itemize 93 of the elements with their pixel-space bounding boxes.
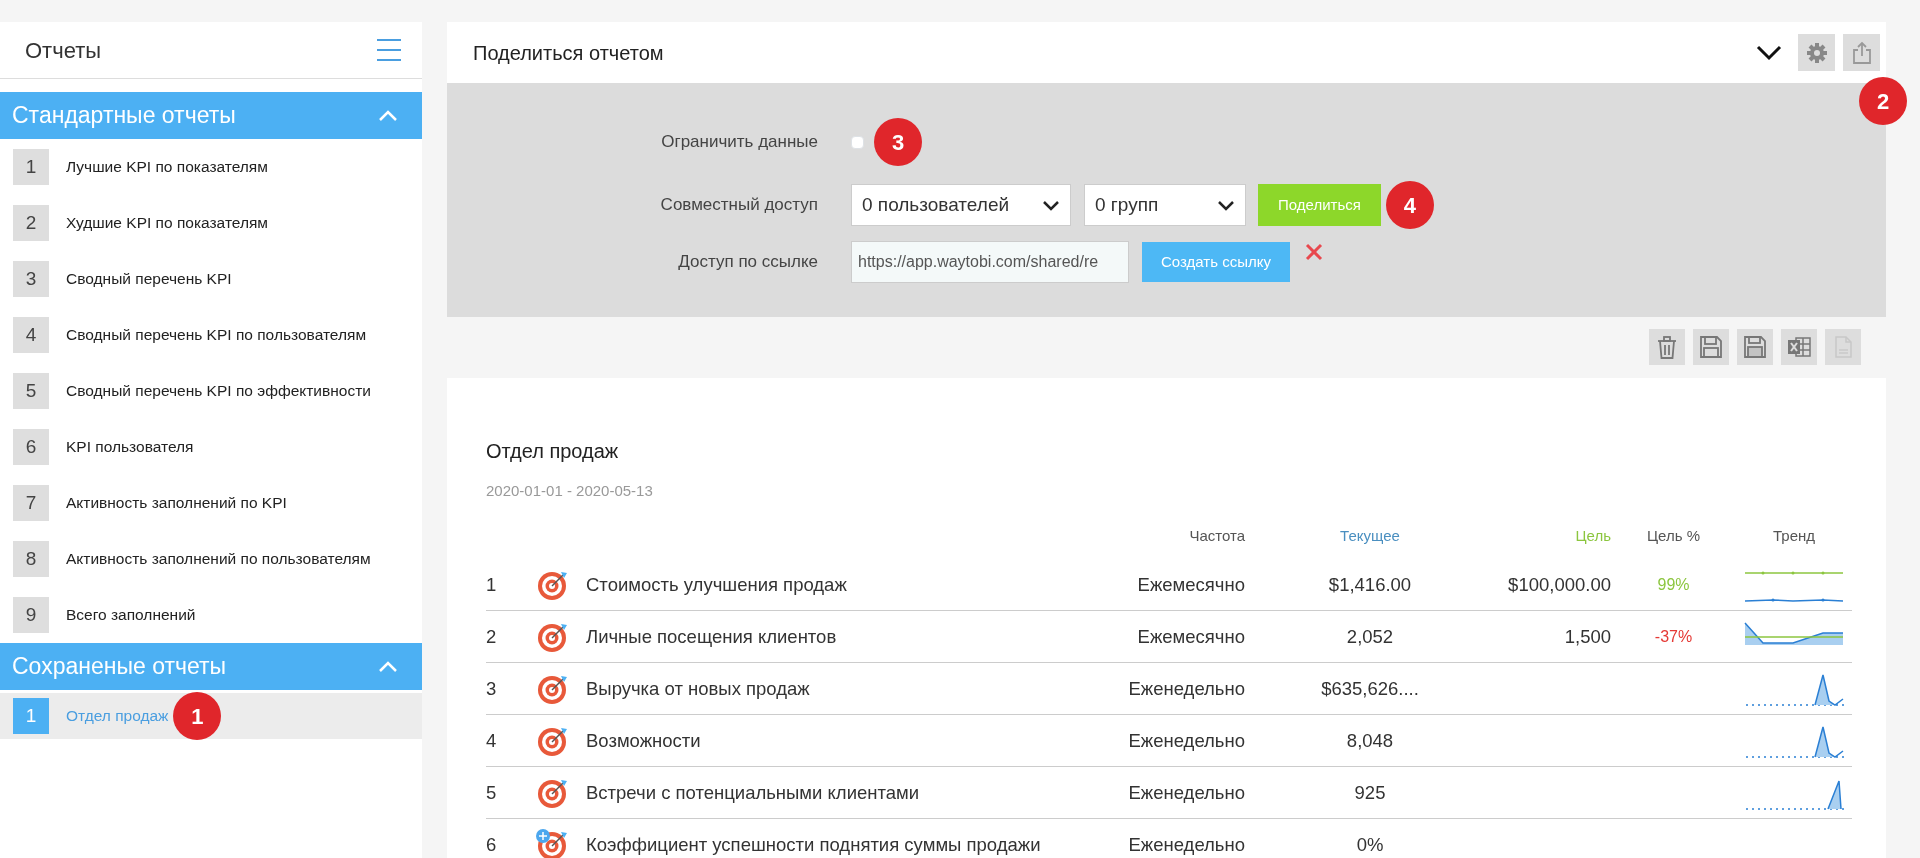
frequency-cell-text: Еженедельно bbox=[1128, 833, 1245, 858]
field-label: Совместный доступ bbox=[659, 194, 819, 217]
report-title: Отдел продаж bbox=[486, 439, 620, 464]
item-number: 2 bbox=[13, 205, 49, 241]
row-number: 5 bbox=[486, 780, 497, 805]
current-value: $635,626.... bbox=[1321, 676, 1419, 701]
current-value: 8,048 bbox=[1346, 728, 1394, 753]
report-period: 2020-01-01 - 2020-05-13 bbox=[486, 481, 654, 501]
goal-percent: -37% bbox=[1654, 626, 1693, 647]
share-icon bbox=[1850, 40, 1873, 65]
current-value: 0% bbox=[1356, 833, 1384, 858]
item-label: Лучшие KPI по показателям bbox=[66, 157, 268, 178]
item-number: 5 bbox=[13, 373, 49, 409]
step-marker: 2 bbox=[1859, 77, 1907, 125]
frequency-cell-text: Еженедельно bbox=[1128, 676, 1245, 701]
column-header: Цель bbox=[1574, 525, 1611, 546]
item-label: Активность заполнений по KPI bbox=[66, 493, 287, 514]
row-number: 6 bbox=[486, 833, 497, 858]
item-number: 1 bbox=[13, 149, 49, 185]
field-label: Доступ по ссылке bbox=[677, 251, 819, 274]
row-number: 4 bbox=[486, 728, 497, 753]
frequency-cell-text: Ежемесячно bbox=[1137, 624, 1245, 649]
item-label: Отдел продаж bbox=[66, 706, 169, 727]
delete-button[interactable] bbox=[1649, 329, 1685, 365]
item-label: Сводный перечень KPI по пользователям bbox=[66, 325, 367, 346]
menu-icon bbox=[376, 37, 402, 63]
kpi-name: Встречи с потенциальными клиентами bbox=[586, 780, 920, 805]
current-value: $1,416.00 bbox=[1328, 572, 1412, 597]
report-item[interactable]: 1 Лучшие KPI по показателям bbox=[0, 139, 422, 195]
current-value: 925 bbox=[1354, 780, 1386, 805]
panel-title: Отчеты bbox=[25, 36, 102, 65]
restrict-checkbox[interactable] bbox=[851, 135, 864, 149]
row-number: 2 bbox=[486, 624, 497, 649]
settings-button[interactable] bbox=[1798, 34, 1835, 71]
item-number: 7 bbox=[13, 485, 49, 521]
report-item[interactable]: 8 Активность заполнений по пользователям bbox=[0, 531, 422, 587]
row-number: 1 bbox=[486, 572, 497, 597]
share-button[interactable] bbox=[1843, 34, 1880, 71]
goal-percent: 99% bbox=[1657, 574, 1690, 595]
item-label: Всего заполнений bbox=[66, 605, 196, 626]
menu-button[interactable] bbox=[376, 37, 402, 63]
item-label: Сводный перечень KPI bbox=[66, 269, 232, 290]
item-label: Сводный перечень KPI по эффективности bbox=[66, 381, 371, 402]
frequency-cell-text: Ежемесячно bbox=[1137, 572, 1245, 597]
floppy-icon bbox=[1699, 335, 1723, 359]
report-item[interactable]: 2 Худшие KPI по показателям bbox=[0, 195, 422, 251]
link-field[interactable]: https://app.waytobi.com/shared/re bbox=[851, 241, 1129, 283]
floppy-icon bbox=[1743, 335, 1767, 359]
section-title: Сохраненые отчеты bbox=[12, 652, 227, 682]
item-number: 9 bbox=[13, 597, 49, 633]
item-label: Худшие KPI по показателям bbox=[66, 213, 268, 234]
dropdown[interactable]: 0 пользователей bbox=[851, 184, 1071, 226]
report-item[interactable]: 4 Сводный перечень KPI по пользователям bbox=[0, 307, 422, 363]
item-number: 8 bbox=[13, 541, 49, 577]
item-number: 1 bbox=[13, 698, 49, 734]
goal-value: $100,000.00 bbox=[1508, 572, 1611, 597]
report-item[interactable]: 5 Сводный перечень KPI по эффективности bbox=[0, 363, 422, 419]
item-label: Активность заполнений по пользователям bbox=[66, 549, 371, 570]
report-item[interactable]: 7 Активность заполнений по KPI bbox=[0, 475, 422, 531]
item-label: KPI пользователя bbox=[66, 437, 194, 458]
column-header: Текущее bbox=[1339, 525, 1401, 546]
trash-icon bbox=[1655, 335, 1679, 359]
report-item[interactable]: 9 Всего заполнений bbox=[0, 587, 422, 643]
kpi-name: Стоимость улучшения продаж bbox=[586, 572, 847, 597]
column-header: Тренд bbox=[1771, 525, 1816, 546]
save-as-button[interactable] bbox=[1737, 329, 1773, 365]
goal-value: 1,500 bbox=[1564, 624, 1611, 649]
current-value: 2,052 bbox=[1346, 624, 1394, 649]
kpi-name: Возможности bbox=[586, 728, 701, 753]
report-item[interactable]: 6 KPI пользователя bbox=[0, 419, 422, 475]
close-icon bbox=[1303, 241, 1324, 262]
frequency-cell-text: Еженедельно bbox=[1128, 728, 1245, 753]
report-item[interactable]: 3 Сводный перечень KPI bbox=[0, 251, 422, 307]
column-header: Цель % bbox=[1646, 525, 1701, 546]
caret-icon bbox=[1042, 199, 1060, 211]
item-number: 6 bbox=[13, 429, 49, 465]
dropdown[interactable]: 0 групп bbox=[1084, 184, 1246, 226]
settings-icon bbox=[1805, 41, 1828, 64]
kpi-name: Выручка от новых продаж bbox=[586, 676, 810, 701]
column-header: Частота bbox=[1188, 525, 1245, 546]
item-number: 3 bbox=[13, 261, 49, 297]
kpi-name: Коэффициент успешности поднятия суммы продажи bbox=[586, 833, 1041, 858]
row-number: 3 bbox=[486, 676, 497, 701]
panel-title: Поделиться отчетом bbox=[473, 40, 665, 66]
export-button[interactable] bbox=[1781, 329, 1817, 365]
caret-icon bbox=[1217, 199, 1235, 211]
frequency-cell-text: Еженедельно bbox=[1128, 780, 1245, 805]
item-number: 4 bbox=[13, 317, 49, 353]
field-label: Ограничить данные bbox=[660, 131, 819, 154]
save-button[interactable] bbox=[1693, 329, 1729, 365]
kpi-name: Личные посещения клиентов bbox=[586, 624, 837, 649]
section-title: Стандартные отчеты bbox=[12, 101, 236, 131]
spreadsheet-icon bbox=[1787, 335, 1811, 359]
